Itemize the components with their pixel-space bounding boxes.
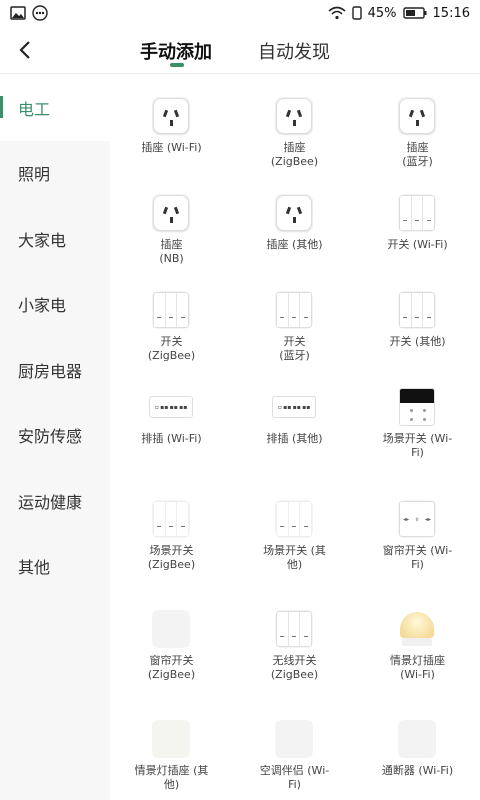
sidebar-item-lighting[interactable]: 照明	[0, 141, 110, 207]
device-tile[interactable]: 情景灯插座 (Wi-Fi)	[356, 588, 479, 686]
device-label: 场景开关 (其 他)	[263, 544, 326, 571]
device-tile[interactable]: 插座 (ZigBee)	[233, 75, 356, 173]
device-label: 插座 (NB)	[159, 238, 184, 265]
device-label: 窗帘开关 (Wi- Fi)	[382, 544, 453, 571]
wifi-icon	[328, 6, 346, 20]
device-tile[interactable]: 插座 (Wi-Fi)	[110, 75, 233, 173]
device-tile[interactable]: ▫ ▪▪ ▪▪ ▪▪ 排插 (Wi-Fi)	[110, 366, 233, 464]
device-label: 空调伴侣 (Wi- Fi)	[259, 764, 330, 791]
device-tile[interactable]: 场景开关 (Wi- Fi)	[356, 366, 479, 464]
device-tile[interactable]: ▫ ▪▪ ▪▪ ▪▪ 排插 (其他)	[233, 366, 356, 464]
device-label: 场景开关 (ZigBee)	[147, 544, 196, 571]
switch-icon	[152, 291, 190, 329]
blank-icon	[152, 610, 190, 648]
device-label: 情景灯插座 (Wi-Fi)	[390, 654, 445, 681]
sidebar-item-kitchen[interactable]: 厨房电器	[0, 337, 110, 403]
device-label: 插座 (其他)	[266, 238, 323, 251]
sidebar-item-electrical[interactable]: 电工	[0, 75, 110, 141]
device-label: 排插 (其他)	[266, 432, 323, 445]
sidebar-item-other[interactable]: 其他	[0, 534, 110, 600]
device-label: 插座 (蓝牙)	[402, 141, 433, 168]
blank-icon	[152, 720, 190, 758]
active-tab-indicator	[170, 63, 184, 67]
clock: 15:16	[432, 5, 470, 21]
plain-switch-icon	[152, 500, 190, 538]
category-sidebar: 电工 照明 大家电 小家电 厨房电器 安防传感 运动健康 其他	[0, 75, 110, 800]
device-label: 插座 (ZigBee)	[270, 141, 319, 168]
device-label: 窗帘开关 (ZigBee)	[147, 654, 196, 681]
device-tile[interactable]: 情景灯插座 (其 他)	[110, 698, 233, 796]
device-tile[interactable]: 开关 (蓝牙)	[233, 269, 356, 367]
more-icon	[32, 5, 48, 21]
device-label: 场景开关 (Wi- Fi)	[382, 432, 453, 459]
power-strip-icon: ▫ ▪▪ ▪▪ ▪▪	[270, 388, 318, 426]
status-bar-left	[10, 5, 48, 21]
battery-percent: 45%	[367, 5, 397, 21]
device-tile[interactable]: 开关 (Wi-Fi)	[356, 172, 479, 270]
device-tile[interactable]: 插座 (其他)	[233, 172, 356, 270]
sim-icon	[351, 6, 362, 20]
device-grid: 插座 (Wi-Fi) 插座 (ZigBee) 插座 (蓝牙) 插座 (NB) 插…	[110, 75, 480, 800]
device-label: 无线开关 (ZigBee)	[270, 654, 319, 681]
plain-switch-icon	[275, 500, 313, 538]
device-tile[interactable]: 空调伴侣 (Wi- Fi)	[233, 698, 356, 796]
sidebar-item-small-appliances[interactable]: 小家电	[0, 272, 110, 338]
battery-icon	[402, 7, 427, 19]
switch-icon	[398, 194, 436, 232]
socket-icon	[152, 194, 190, 232]
switch-icon	[398, 291, 436, 329]
switch-icon	[275, 291, 313, 329]
scene-switch-icon	[398, 388, 436, 426]
device-tile[interactable]: 窗帘开关 (ZigBee)	[110, 588, 233, 686]
status-bar-right: 45% 15:16	[328, 6, 470, 21]
tab-manual-add[interactable]: 手动添加	[140, 38, 212, 64]
device-tile[interactable]: 场景开关 (其 他)	[233, 478, 356, 576]
device-tile[interactable]: 通断器 (Wi-Fi)	[356, 698, 479, 796]
blank-icon	[398, 720, 436, 758]
sidebar-item-health[interactable]: 运动健康	[0, 468, 110, 534]
device-label: 通断器 (Wi-Fi)	[381, 764, 454, 777]
switch-icon	[275, 610, 313, 648]
socket-icon	[275, 194, 313, 232]
power-strip-icon: ▫ ▪▪ ▪▪ ▪▪	[147, 388, 195, 426]
device-label: 排插 (Wi-Fi)	[141, 432, 202, 445]
device-tile[interactable]: 开关 (其他)	[356, 269, 479, 367]
device-label: 开关 (其他)	[389, 335, 446, 348]
sidebar-item-large-appliances[interactable]: 大家电	[0, 206, 110, 272]
device-tile[interactable]: 插座 (蓝牙)	[356, 75, 479, 173]
lamp-icon	[398, 610, 436, 648]
device-label: 情景灯插座 (其 他)	[134, 764, 209, 791]
device-tile[interactable]: ◂▸ ıı ◂▸ 窗帘开关 (Wi- Fi)	[356, 478, 479, 576]
curtain-switch-icon: ◂▸ ıı ◂▸	[398, 500, 436, 538]
socket-icon	[275, 97, 313, 135]
device-label: 插座 (Wi-Fi)	[141, 141, 202, 154]
status-bar: 45% 15:16	[0, 0, 480, 26]
device-label: 开关 (ZigBee)	[147, 335, 196, 362]
sidebar-item-security[interactable]: 安防传感	[0, 403, 110, 469]
tab-auto-discover[interactable]: 自动发现	[258, 38, 330, 64]
back-arrow-icon[interactable]	[14, 38, 38, 62]
socket-icon	[152, 97, 190, 135]
gallery-icon	[10, 6, 26, 20]
socket-icon	[398, 97, 436, 135]
device-label: 开关 (Wi-Fi)	[387, 238, 448, 251]
device-tile[interactable]: 无线开关 (ZigBee)	[233, 588, 356, 686]
device-tile[interactable]: 插座 (NB)	[110, 172, 233, 270]
device-tile[interactable]: 场景开关 (ZigBee)	[110, 478, 233, 576]
device-tile[interactable]: 开关 (ZigBee)	[110, 269, 233, 367]
blank-icon	[275, 720, 313, 758]
device-label: 开关 (蓝牙)	[279, 335, 310, 362]
header: 手动添加 自动发现	[0, 26, 480, 74]
